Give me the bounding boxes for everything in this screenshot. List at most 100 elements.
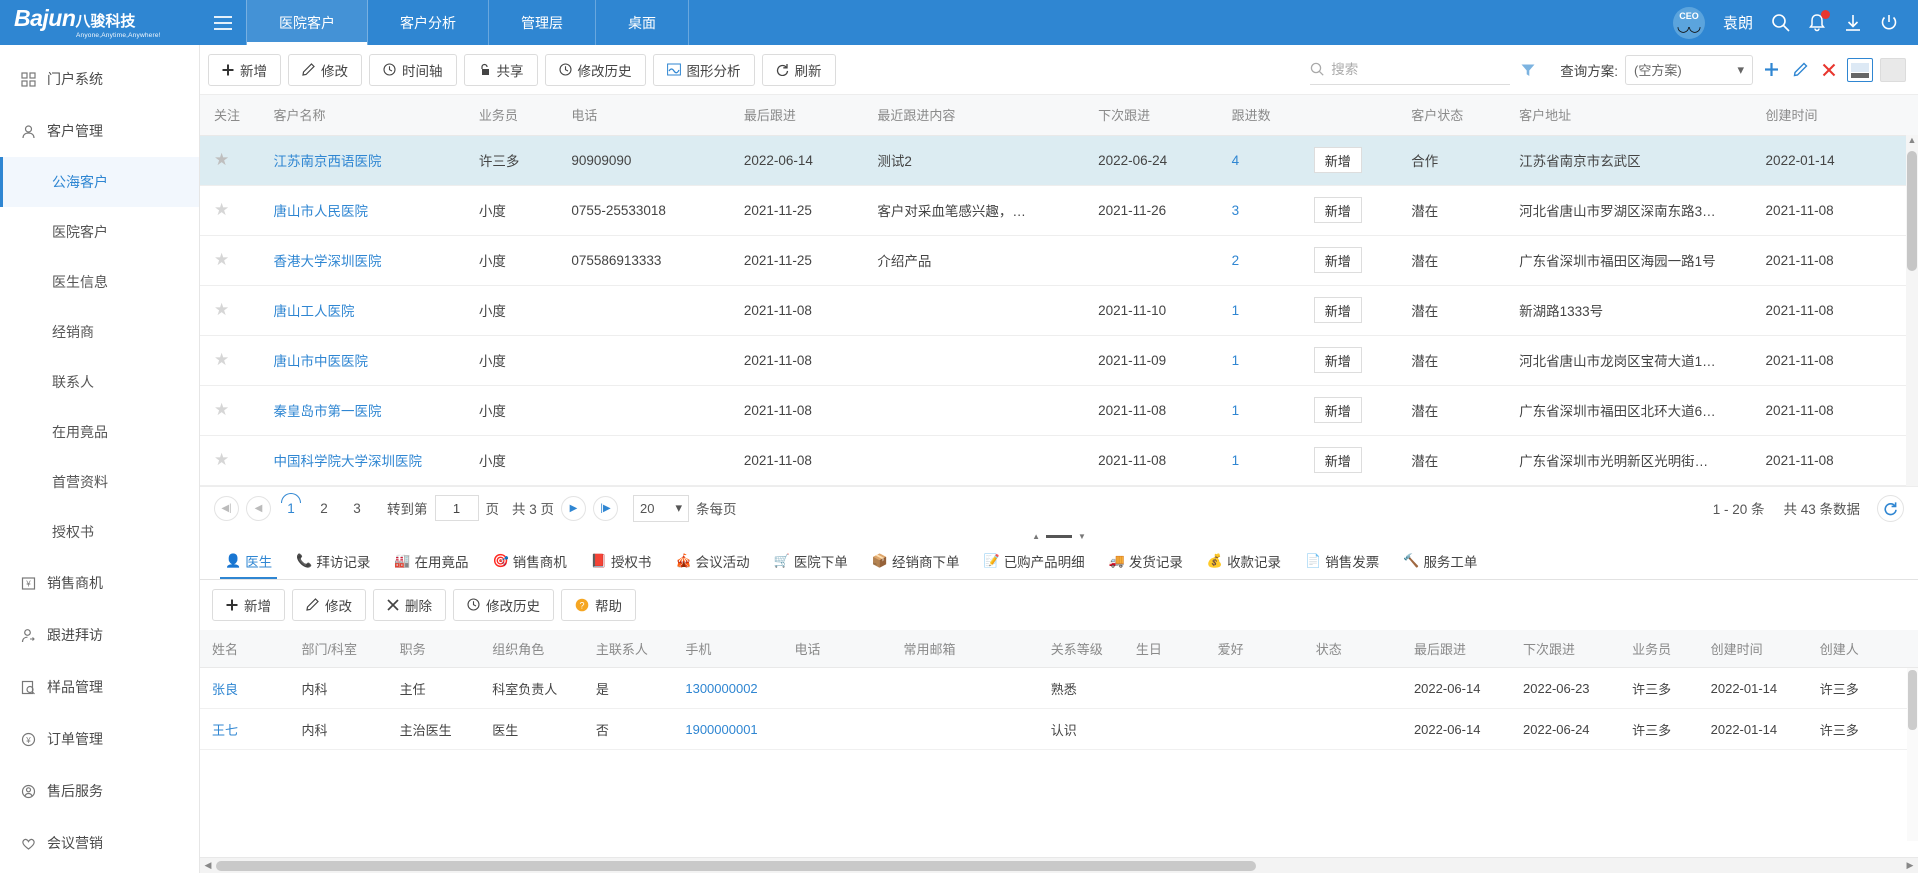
detail-tab-4[interactable]: 📕授权书 <box>580 544 663 579</box>
cell-customer-name[interactable]: 唐山工人医院 <box>260 285 465 335</box>
cell-action[interactable]: 新增 <box>1300 335 1398 385</box>
detail-vertical-scrollbar[interactable] <box>1907 668 1918 842</box>
cell-follow[interactable]: ★ <box>200 235 260 285</box>
detail-edit-button[interactable]: 修改 <box>292 589 366 621</box>
dcol-created-time[interactable]: 创建时间 <box>1699 630 1808 668</box>
detail-edit-history-button[interactable]: 修改历史 <box>453 589 554 621</box>
table-row[interactable]: ★唐山工人医院小度2021-11-082021-11-101新增潜在新湖路133… <box>200 285 1918 335</box>
followup-count-link[interactable]: 1 <box>1232 353 1240 368</box>
dcol-salesperson[interactable]: 业务员 <box>1620 630 1699 668</box>
refresh-grid-button[interactable] <box>1877 495 1904 522</box>
sidebar-item-conference-marketing[interactable]: 会议营销 <box>0 817 199 869</box>
search-input[interactable] <box>1331 62 1510 77</box>
sidebar-item-sales-opportunity[interactable]: ¥ 销售商机 <box>0 557 199 609</box>
col-customer-name[interactable]: 客户名称 <box>260 95 465 135</box>
collapse-up-icon[interactable]: ▲ <box>1032 532 1040 541</box>
row-add-button[interactable]: 新增 <box>1314 447 1362 473</box>
col-recent-content[interactable]: 最近跟进内容 <box>863 95 1084 135</box>
cell-follow[interactable]: ★ <box>200 185 260 235</box>
sidebar-item-contacts[interactable]: 联系人 <box>0 357 199 407</box>
dcol-email[interactable]: 常用邮箱 <box>892 630 1039 668</box>
cell-customer-name[interactable]: 中国科学院大学深圳医院 <box>260 435 465 485</box>
cell-customer-name[interactable]: 江苏南京西语医院 <box>260 135 465 185</box>
tab-hospital-customers[interactable]: 医院客户 <box>246 0 368 45</box>
view-mode-card-button[interactable] <box>1880 58 1906 82</box>
hscroll-thumb[interactable] <box>216 861 1256 871</box>
table-row[interactable]: ★香港大学深圳医院小度0755869133332021-11-25介绍产品2新增… <box>200 235 1918 285</box>
page-number-2[interactable]: 2 <box>311 501 337 516</box>
sidebar-item-after-sales[interactable]: 售后服务 <box>0 765 199 817</box>
dcol-title[interactable]: 职务 <box>388 630 481 668</box>
sidebar-item-doctor-info[interactable]: 医生信息 <box>0 257 199 307</box>
row-add-button[interactable]: 新增 <box>1314 297 1362 323</box>
detail-tab-5[interactable]: 🎪会议活动 <box>664 544 760 579</box>
share-button[interactable]: 共享 <box>464 54 538 86</box>
timeline-button[interactable]: 时间轴 <box>369 54 457 86</box>
dcol-name[interactable]: 姓名 <box>200 630 289 668</box>
cell-action[interactable]: 新增 <box>1300 135 1398 185</box>
scroll-left-arrow-icon[interactable]: ◀ <box>200 860 216 871</box>
prev-page-button[interactable]: ◀ <box>246 496 271 521</box>
sidebar-item-competition-management[interactable]: 竞争管理 <box>0 869 199 873</box>
search-box[interactable] <box>1310 55 1510 85</box>
detail-scrollbar-thumb[interactable] <box>1908 670 1917 730</box>
query-scheme-select[interactable]: (空方案) ▾ <box>1625 55 1753 85</box>
collapse-down-icon[interactable]: ▼ <box>1078 532 1086 541</box>
chart-analysis-button[interactable]: 图形分析 <box>653 54 755 86</box>
dcol-hobby[interactable]: 爱好 <box>1206 630 1304 668</box>
funnel-icon[interactable] <box>1517 62 1539 78</box>
detail-tab-9[interactable]: 🚚发货记录 <box>1098 544 1194 579</box>
detail-tab-8[interactable]: 📝已购产品明细 <box>973 544 1096 579</box>
panel-splitter[interactable]: ▲ ▼ <box>200 530 1918 544</box>
table-row[interactable]: ★唐山市人民医院小度0755-255330182021-11-25客户对采血笔感… <box>200 185 1918 235</box>
sidebar-item-authorization[interactable]: 授权书 <box>0 507 199 557</box>
cell-follow[interactable]: ★ <box>200 335 260 385</box>
followup-count-link[interactable]: 1 <box>1232 403 1240 418</box>
detail-tab-1[interactable]: 📞拜访记录 <box>285 544 381 579</box>
edit-button[interactable]: 修改 <box>288 54 362 86</box>
cell-followup-count[interactable]: 1 <box>1218 285 1300 335</box>
next-page-button[interactable]: ▶ <box>561 496 586 521</box>
search-icon[interactable] <box>1771 13 1790 32</box>
sidebar-item-distributor[interactable]: 经销商 <box>0 307 199 357</box>
followup-count-link[interactable]: 2 <box>1232 253 1240 268</box>
row-add-button[interactable]: 新增 <box>1314 147 1362 173</box>
table-row[interactable]: ★江苏南京西语医院许三多909090902022-06-14测试22022-06… <box>200 135 1918 185</box>
splitter-handle[interactable] <box>1046 535 1072 538</box>
sidebar-item-sample-management[interactable]: 样品管理 <box>0 661 199 713</box>
cell-action[interactable]: 新增 <box>1300 385 1398 435</box>
star-icon[interactable]: ★ <box>214 450 229 469</box>
d-name-link[interactable]: 王七 <box>212 723 238 738</box>
scrollbar-thumb[interactable] <box>1907 151 1917 271</box>
customer-name-link[interactable]: 唐山市中医医院 <box>274 354 369 369</box>
col-salesperson[interactable]: 业务员 <box>465 95 557 135</box>
detail-tab-6[interactable]: 🛒医院下单 <box>763 544 859 579</box>
brand-logo[interactable]: Bajun八骏科技 Anyone,Anytime,Anywhere! <box>0 0 200 45</box>
star-icon[interactable]: ★ <box>214 300 229 319</box>
col-phone[interactable]: 电话 <box>557 95 730 135</box>
cell-followup-count[interactable]: 1 <box>1218 385 1300 435</box>
followup-count-link[interactable]: 4 <box>1232 153 1240 168</box>
star-icon[interactable]: ★ <box>214 350 229 369</box>
sidebar-item-customer-management[interactable]: 客户管理 <box>0 105 199 157</box>
sidebar-item-portal[interactable]: 门户系统 <box>0 53 199 105</box>
detail-help-button[interactable]: ? 帮助 <box>561 589 636 621</box>
row-add-button[interactable]: 新增 <box>1314 397 1362 423</box>
col-follow[interactable]: 关注 <box>200 95 260 135</box>
customer-name-link[interactable]: 香港大学深圳医院 <box>274 254 382 269</box>
star-icon[interactable]: ★ <box>214 250 229 269</box>
col-next-followup[interactable]: 下次跟进 <box>1084 95 1217 135</box>
cell-customer-name[interactable]: 香港大学深圳医院 <box>260 235 465 285</box>
sidebar-item-hospital-customers[interactable]: 医院客户 <box>0 207 199 257</box>
followup-count-link[interactable]: 1 <box>1232 303 1240 318</box>
cell-action[interactable]: 新增 <box>1300 435 1398 485</box>
grid-vertical-scrollbar[interactable]: ▲ <box>1906 135 1918 486</box>
first-page-button[interactable]: ◀| <box>214 496 239 521</box>
cell-followup-count[interactable]: 4 <box>1218 135 1300 185</box>
dcell-mobile[interactable]: 1300000002 <box>673 668 782 709</box>
cell-action[interactable]: 新增 <box>1300 285 1398 335</box>
sidebar-item-first-operation-docs[interactable]: 首营资料 <box>0 457 199 507</box>
tab-desktop[interactable]: 桌面 <box>596 0 689 45</box>
cell-action[interactable]: 新增 <box>1300 185 1398 235</box>
power-icon[interactable] <box>1880 14 1898 32</box>
